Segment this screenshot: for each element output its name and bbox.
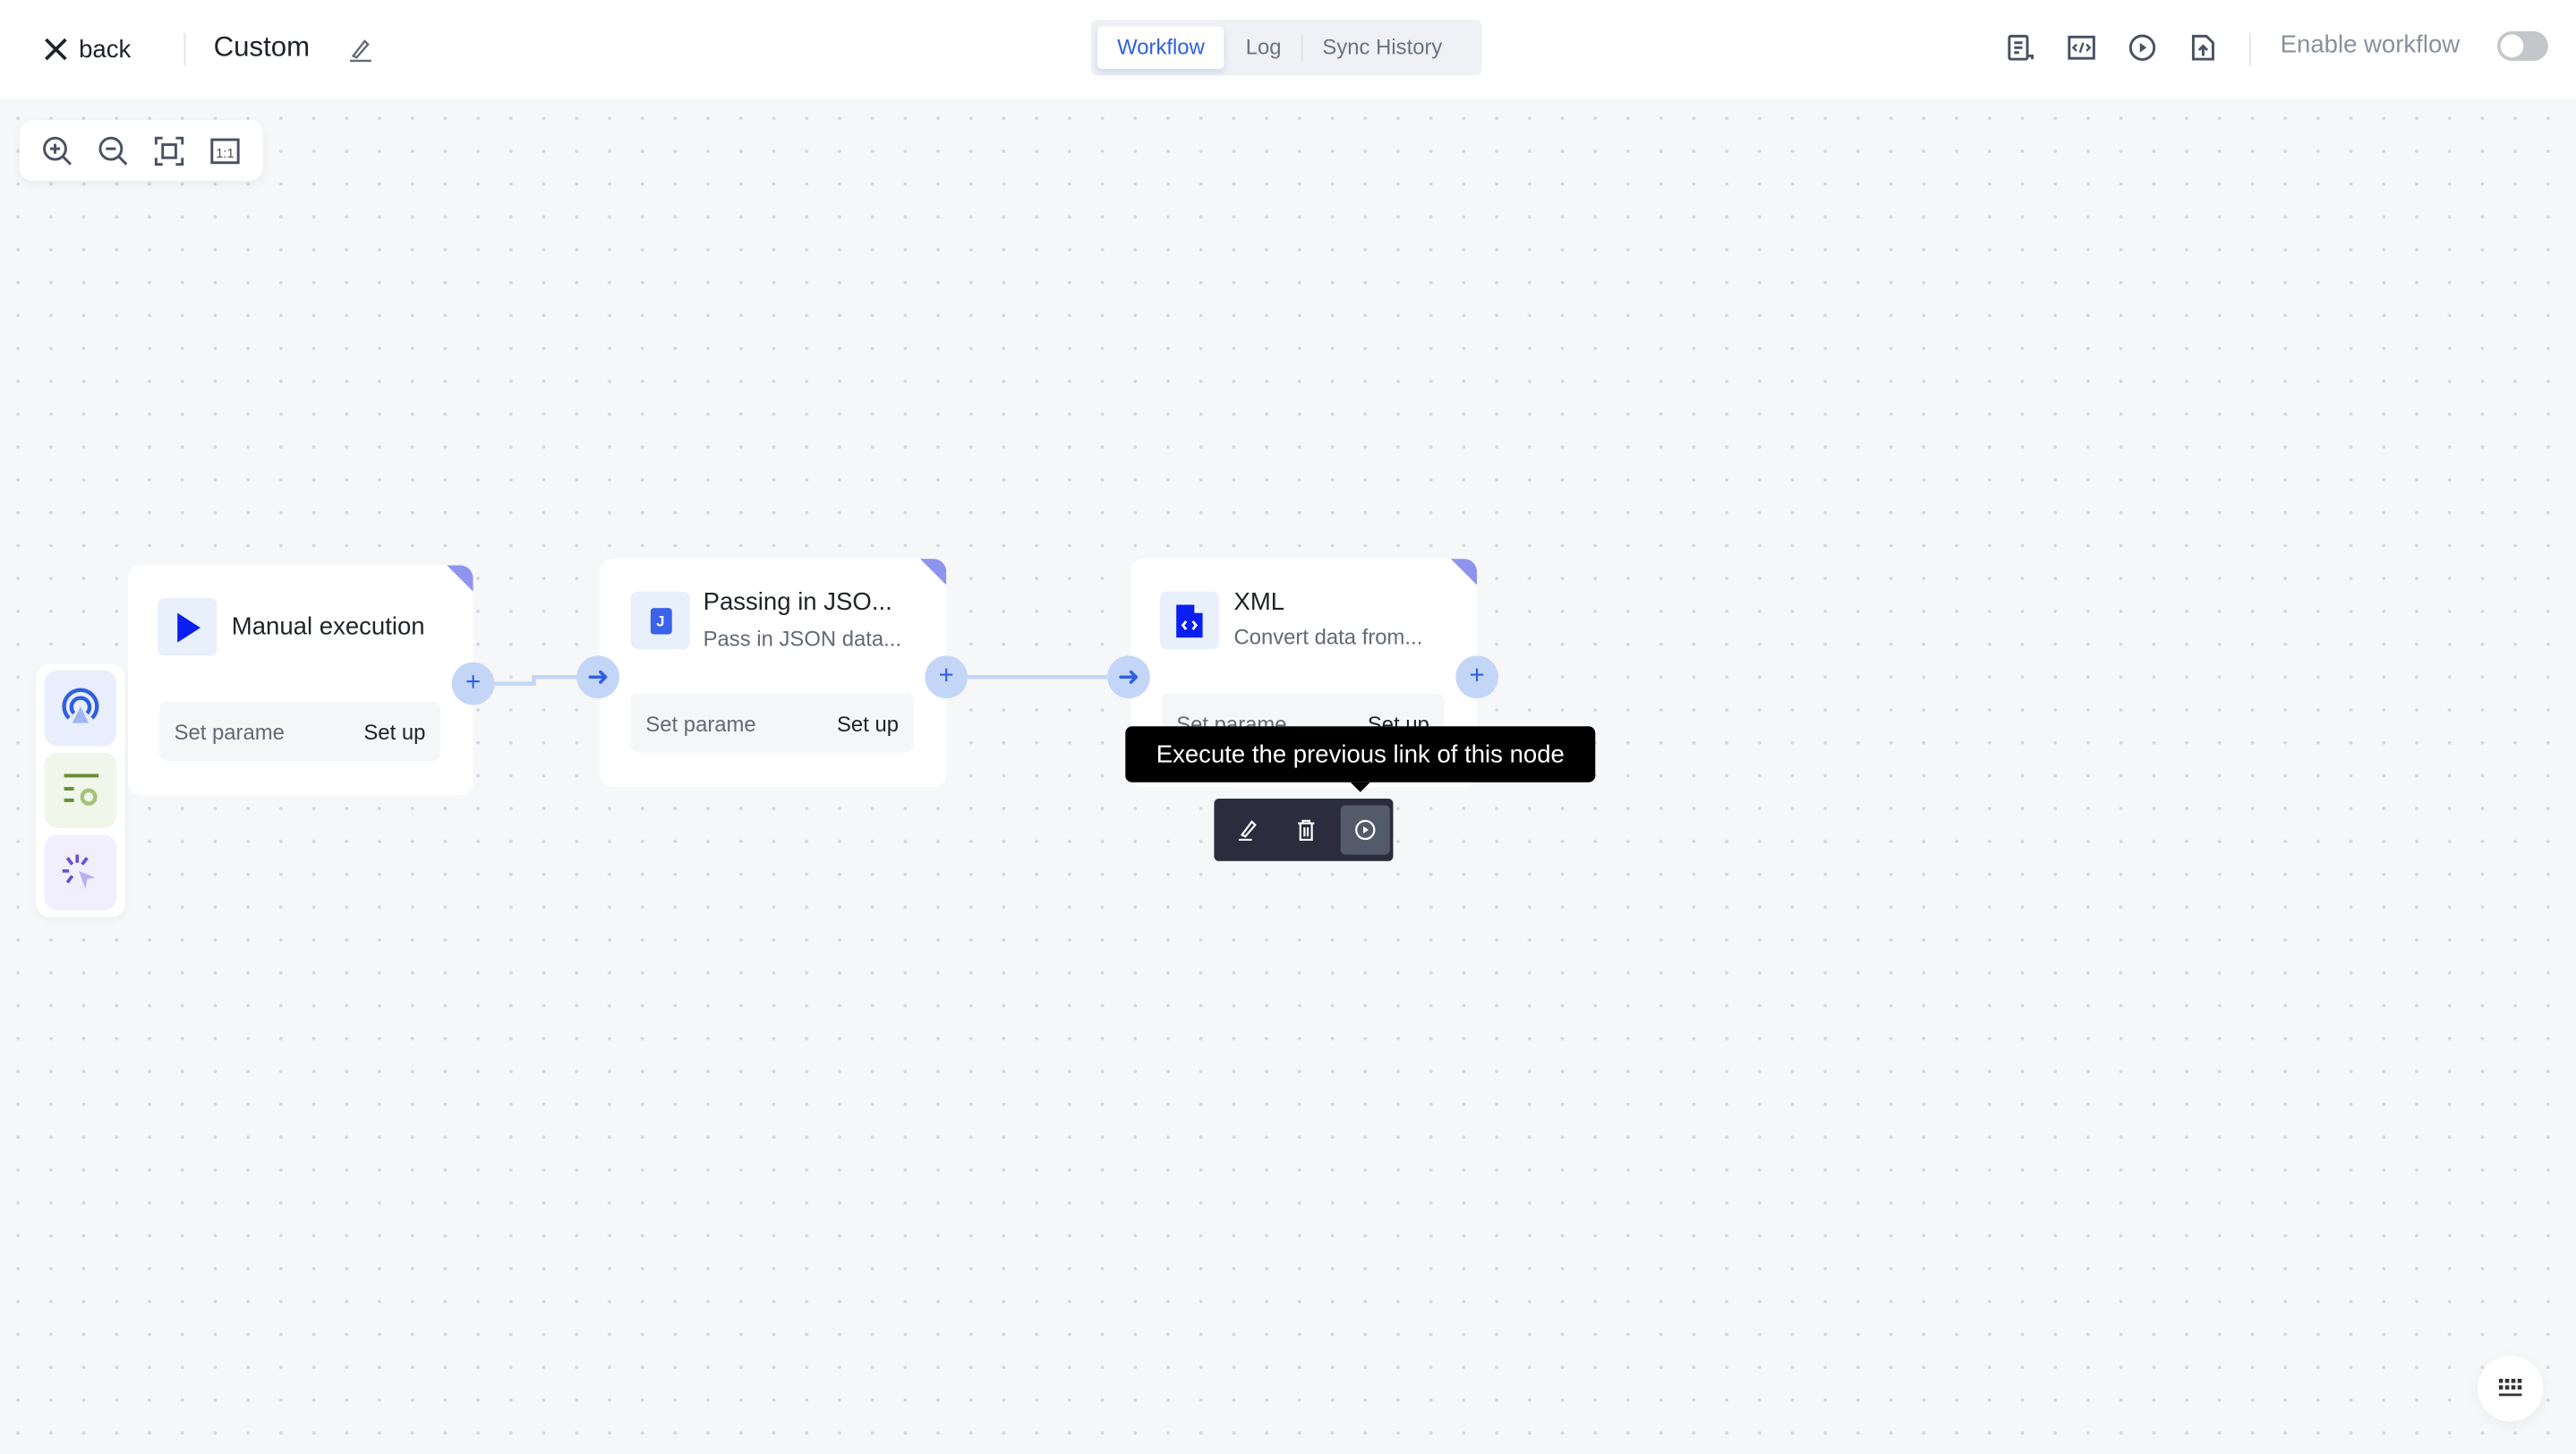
node-params: Set parame Set up: [159, 701, 440, 761]
node-subtitle: Pass in JSON data...: [703, 626, 902, 651]
arrow-right-icon: ➜: [1117, 663, 1140, 692]
node-corner-marker: [1450, 559, 1478, 586]
node-icon: J: [630, 591, 690, 650]
plus-icon: +: [938, 662, 954, 690]
node-icon: [1159, 591, 1219, 650]
workflow-canvas[interactable]: back Custom Workflow Log Sync History En…: [0, 0, 2576, 1454]
input-port[interactable]: ➜: [576, 655, 619, 699]
set-up-button[interactable]: Set up: [363, 719, 425, 744]
plus-icon: +: [465, 669, 482, 697]
node-icon: [158, 598, 218, 656]
xml-file-icon: [1176, 603, 1203, 637]
node-json-input[interactable]: J Passing in JSO... Pass in JSON data...…: [599, 559, 947, 788]
pencil-icon: [1238, 820, 1256, 842]
node-corner-marker: [447, 565, 473, 592]
shortcuts-button[interactable]: [2477, 1356, 2544, 1422]
add-node-port[interactable]: +: [925, 655, 968, 699]
play-icon: [177, 612, 200, 642]
node-params: Set parame Set up: [630, 693, 914, 753]
edit-node-button[interactable]: [1224, 805, 1270, 854]
add-node-port[interactable]: +: [451, 662, 495, 706]
tooltip: Execute the previous link of this node: [1125, 726, 1596, 792]
param-label: Set parame: [645, 710, 756, 736]
node-subtitle: Convert data from...: [1233, 624, 1423, 650]
trash-icon: [1297, 819, 1314, 842]
json-icon: J: [649, 607, 671, 634]
connection-line: [494, 674, 577, 686]
node-manual-execution[interactable]: Manual execution Set parame Set up: [128, 565, 473, 796]
param-label: Set parame: [174, 719, 285, 744]
tooltip-text: Execute the previous link of this node: [1156, 740, 1565, 769]
delete-node-button[interactable]: [1283, 805, 1328, 854]
plus-icon: +: [1469, 662, 1485, 690]
node-title: Manual execution: [231, 612, 425, 641]
keyboard-icon: [2498, 1378, 2522, 1397]
node-corner-marker: [919, 559, 947, 586]
input-port[interactable]: ➜: [1107, 655, 1150, 699]
node-action-toolbar: [1214, 799, 1394, 861]
set-up-button[interactable]: Set up: [837, 711, 899, 736]
add-node-port[interactable]: +: [1455, 655, 1498, 699]
node-title: Passing in JSO...: [703, 588, 892, 617]
arrow-right-icon: ➜: [586, 663, 610, 692]
execute-previous-button[interactable]: [1339, 805, 1389, 855]
node-title: XML: [1233, 588, 1285, 617]
play-circle-icon: [1354, 819, 1375, 841]
